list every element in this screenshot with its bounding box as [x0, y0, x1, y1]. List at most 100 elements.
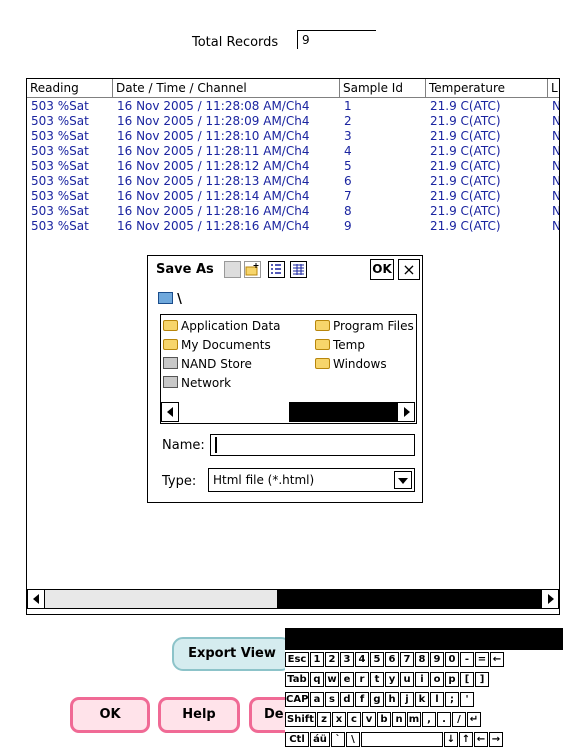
key[interactable]: u: [400, 672, 414, 687]
total-records-field[interactable]: 9: [297, 30, 376, 49]
key[interactable]: i: [415, 672, 429, 687]
key-space[interactable]: [361, 732, 443, 747]
key[interactable]: ↑: [459, 732, 473, 747]
soft-keyboard[interactable]: Esc 1 2 3 4 5 6 7 8 9 0- = ← Tab q w e r t y u i o p[] CAP a s d f g h…: [285, 628, 563, 752]
folder-scroll-thumb[interactable]: [289, 402, 397, 422]
help-button[interactable]: Help: [158, 697, 240, 733]
export-view-button[interactable]: Export View: [172, 637, 292, 671]
table-row[interactable]: 503 %Sat 16 Nov 2005 / 11:28:10 AM/Ch4 3 21…: [27, 129, 559, 144]
key[interactable]: \: [346, 732, 360, 747]
key[interactable]: h: [385, 692, 399, 707]
key[interactable]: -: [460, 652, 474, 667]
key[interactable]: a: [310, 692, 324, 707]
folder-item-temp[interactable]: Temp: [315, 338, 365, 352]
key[interactable]: 1: [310, 652, 324, 667]
key[interactable]: CAP: [285, 692, 309, 707]
chevron-down-icon[interactable]: [394, 471, 412, 489]
key[interactable]: t: [370, 672, 384, 687]
folder-list-scrollbar[interactable]: [161, 401, 416, 423]
folder-item-my-documents[interactable]: My Documents: [163, 338, 271, 352]
folder-list[interactable]: Application Data My Documents NAND Store…: [160, 314, 417, 424]
list-horizontal-scrollbar[interactable]: [27, 589, 559, 611]
dialog-close-button[interactable]: ×: [398, 259, 420, 280]
table-row[interactable]: 503 %Sat 16 Nov 2005 / 11:28:14 AM/Ch4 7 21…: [27, 189, 559, 204]
key[interactable]: .: [437, 712, 451, 727]
new-folder-icon[interactable]: [244, 261, 261, 278]
key[interactable]: p: [445, 672, 459, 687]
key[interactable]: áü: [310, 732, 330, 747]
key[interactable]: e: [340, 672, 354, 687]
key[interactable]: d: [340, 692, 354, 707]
column-header-datetime[interactable]: Date / Time / Channel: [113, 79, 340, 98]
table-row[interactable]: 503 %Sat 16 Nov 2005 / 11:28:09 AM/Ch4 2 21…: [27, 114, 559, 129]
folder-item-program-files[interactable]: Program Files: [315, 319, 415, 333]
scroll-track[interactable]: [45, 589, 277, 609]
key[interactable]: =: [475, 652, 489, 667]
key[interactable]: 0: [445, 652, 459, 667]
key[interactable]: ]: [475, 672, 489, 687]
key[interactable]: z: [317, 712, 331, 727]
key[interactable]: 2: [325, 652, 339, 667]
key[interactable]: b: [377, 712, 391, 727]
key[interactable]: x: [332, 712, 346, 727]
scroll-right-button[interactable]: [541, 589, 559, 609]
folder-item-nand-store[interactable]: NAND Store: [163, 357, 252, 371]
key[interactable]: 6: [385, 652, 399, 667]
table-row[interactable]: 503 %Sat 16 Nov 2005 / 11:28:08 AM/Ch4 1 21…: [27, 99, 559, 114]
key[interactable]: y: [385, 672, 399, 687]
scroll-thumb[interactable]: [277, 589, 541, 609]
key[interactable]: o: [430, 672, 444, 687]
key[interactable]: j: [400, 692, 414, 707]
folder-item-network[interactable]: Network: [163, 376, 231, 390]
key[interactable]: 9: [430, 652, 444, 667]
column-header-sample-id[interactable]: Sample Id: [340, 79, 426, 98]
folder-scroll-right-button[interactable]: [397, 402, 415, 422]
key[interactable]: Esc: [285, 652, 309, 667]
column-header-reading[interactable]: Reading: [27, 79, 113, 98]
key[interactable]: ;: [445, 692, 459, 707]
key[interactable]: ': [460, 692, 474, 707]
key[interactable]: k: [415, 692, 429, 707]
list-view-icon[interactable]: [268, 261, 285, 278]
key[interactable]: ↓: [444, 732, 458, 747]
details-view-icon[interactable]: [290, 261, 307, 278]
key[interactable]: 3: [340, 652, 354, 667]
folder-scroll-left-button[interactable]: [161, 402, 179, 422]
key[interactable]: 8: [415, 652, 429, 667]
table-row[interactable]: 503 %Sat 16 Nov 2005 / 11:28:12 AM/Ch4 5 21…: [27, 159, 559, 174]
column-header-l[interactable]: L: [548, 79, 559, 98]
key[interactable]: ,: [422, 712, 436, 727]
key[interactable]: ↵: [467, 712, 481, 727]
key[interactable]: →: [489, 732, 503, 747]
column-header-temperature[interactable]: Temperature: [426, 79, 548, 98]
key[interactable]: l: [430, 692, 444, 707]
folder-item-application-data[interactable]: Application Data: [163, 319, 281, 333]
key[interactable]: 4: [355, 652, 369, 667]
key[interactable]: n: [392, 712, 406, 727]
folder-item-windows[interactable]: Windows: [315, 357, 387, 371]
table-row[interactable]: 503 %Sat 16 Nov 2005 / 11:28:16 AM/Ch4 9 21…: [27, 219, 559, 234]
key[interactable]: Shift: [285, 712, 316, 727]
key[interactable]: f: [355, 692, 369, 707]
key[interactable]: 7: [400, 652, 414, 667]
scroll-left-button[interactable]: [27, 589, 45, 609]
key[interactable]: s: [325, 692, 339, 707]
key[interactable]: Ctl: [285, 732, 309, 747]
ok-button[interactable]: OK: [70, 697, 150, 733]
dialog-ok-button[interactable]: OK: [370, 259, 394, 280]
key[interactable]: 5: [370, 652, 384, 667]
key[interactable]: ←: [474, 732, 488, 747]
key[interactable]: q: [310, 672, 324, 687]
table-row[interactable]: 503 %Sat 16 Nov 2005 / 11:28:11 AM/Ch4 4 21…: [27, 144, 559, 159]
key[interactable]: Tab: [285, 672, 309, 687]
table-row[interactable]: 503 %Sat 16 Nov 2005 / 11:28:13 AM/Ch4 6 21…: [27, 174, 559, 189]
key[interactable]: ←: [490, 652, 504, 667]
key[interactable]: m: [407, 712, 421, 727]
key[interactable]: g: [370, 692, 384, 707]
key[interactable]: r: [355, 672, 369, 687]
key[interactable]: [: [460, 672, 474, 687]
file-name-input[interactable]: [210, 434, 415, 456]
key[interactable]: /: [452, 712, 466, 727]
key[interactable]: w: [325, 672, 339, 687]
file-type-select[interactable]: Html file (*.html): [208, 468, 415, 492]
